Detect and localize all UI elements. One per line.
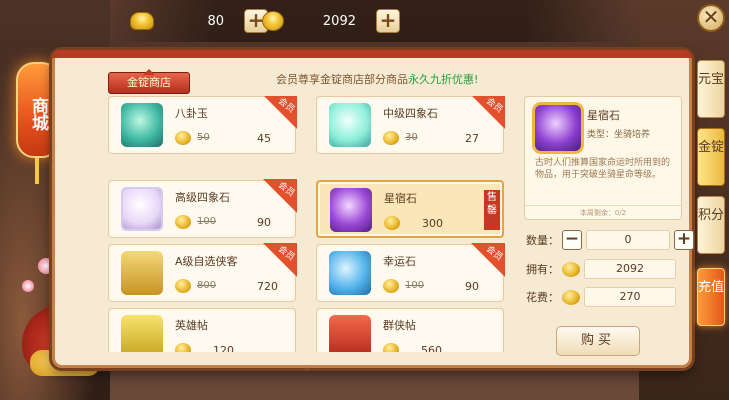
- coin-currency: 2092 +: [262, 8, 400, 34]
- ingot-amount: 80: [207, 13, 224, 29]
- purple-orb-icon: [330, 188, 372, 232]
- member-badge: 会员: [263, 179, 297, 213]
- item-old-price: 30: [405, 132, 418, 143]
- tab-points[interactable]: 积分: [697, 196, 725, 254]
- item-card-mid-sixiang-stone[interactable]: 中级四象石 30 27 会员: [316, 96, 505, 154]
- quantity-row: 数量： − 0 +: [526, 229, 694, 251]
- item-name: 幸运石: [383, 255, 416, 268]
- blossom-icon: [22, 280, 34, 292]
- detail-item-type: 类型：坐骑培养: [587, 130, 651, 140]
- cost-row: 花费： 270: [526, 286, 676, 308]
- item-price: 90: [465, 280, 479, 293]
- tab-recharge[interactable]: 充值: [697, 268, 725, 326]
- coin-amount: 2092: [322, 13, 356, 29]
- item-grid: 八卦玉 50 45 会员 中级四象石 30 27 会员 高级四象石 100 90…: [108, 96, 518, 352]
- scroll-down-icon[interactable]: ⌄: [301, 359, 313, 375]
- green-jade-icon: [121, 103, 163, 147]
- item-old-price: 100: [405, 280, 425, 291]
- gold-coin-icon: [262, 11, 284, 31]
- ingot-currency: 80 +: [130, 8, 268, 34]
- item-name: A级自选侠客: [175, 255, 238, 268]
- item-price: 120: [213, 344, 234, 352]
- member-notice: 会员尊享金锭商店部分商品永久九折优惠!: [276, 71, 478, 87]
- quantity-label: 数量：: [526, 234, 559, 247]
- blue-stone-icon: [329, 251, 371, 295]
- mint-crystal-icon: [329, 103, 371, 147]
- tab-gold-ingot-store[interactable]: 金锭商店: [108, 72, 190, 94]
- owned-row: 拥有： 2092: [526, 258, 676, 280]
- gold-coin-icon: [175, 215, 191, 229]
- pink-crystal-icon: [121, 187, 163, 231]
- currency-bar: 80 + 2092 +: [110, 0, 630, 42]
- item-name: 星宿石: [384, 192, 417, 205]
- item-name: 群侠帖: [383, 319, 416, 332]
- gold-coin-icon: [175, 131, 191, 145]
- tab-yuanbao[interactable]: 元宝: [697, 60, 725, 118]
- item-old-price: 100: [197, 216, 217, 227]
- item-card-bagua-jade[interactable]: 八卦玉 50 45 会员: [108, 96, 297, 154]
- item-price: 720: [257, 280, 278, 293]
- member-badge: 会员: [471, 96, 505, 129]
- weekly-limit: 本周剩余：0/2: [525, 205, 681, 218]
- owned-label: 拥有：: [526, 263, 559, 276]
- item-name: 英雄帖: [175, 319, 208, 332]
- gold-coin-icon: [562, 261, 580, 277]
- purple-orb-icon: [535, 105, 581, 151]
- item-card-high-sixiang-stone[interactable]: 高级四象石 100 90 会员: [108, 179, 297, 238]
- item-price: 560: [421, 344, 442, 352]
- buy-button[interactable]: 购买: [556, 326, 640, 356]
- notice-highlight: 永久九折优惠!: [408, 73, 479, 86]
- member-badge: 会员: [263, 96, 297, 129]
- item-card-star-stone[interactable]: 星宿石 300 售罄: [316, 180, 504, 238]
- member-badge: 会员: [471, 243, 505, 277]
- detail-item-description: 古时人们推算国家命运时所用到的物品，用于突破坐骑星命等级。: [535, 158, 671, 180]
- gold-coin-icon: [384, 216, 400, 230]
- add-coin-button[interactable]: +: [376, 9, 400, 33]
- item-name: 高级四象石: [175, 191, 230, 204]
- close-button[interactable]: ✕: [697, 4, 725, 32]
- item-card-group-invitation[interactable]: 群侠帖 560: [316, 308, 504, 352]
- gold-coin-icon: [383, 343, 399, 352]
- gold-coin-icon: [383, 279, 399, 293]
- item-detail-panel: 星宿石 类型：坐骑培养 古时人们推算国家命运时所用到的物品，用于突破坐骑星命等级…: [524, 96, 682, 220]
- item-old-price: 50: [197, 132, 210, 143]
- item-old-price: 800: [197, 280, 217, 291]
- lantern-tassel: [35, 158, 39, 184]
- gold-coin-icon: [175, 343, 191, 352]
- detail-item-name: 星宿石: [587, 109, 620, 122]
- item-price: 300: [422, 217, 443, 230]
- tab-gold-ingot[interactable]: 金锭: [697, 128, 725, 186]
- quantity-minus-button[interactable]: −: [562, 230, 582, 250]
- gold-coin-icon: [175, 279, 191, 293]
- gold-ingot-icon: [130, 12, 154, 30]
- sold-out-badge: 售罄: [484, 190, 500, 230]
- quantity-field[interactable]: 0: [586, 230, 670, 250]
- cost-amount: 270: [584, 287, 676, 307]
- item-card-lucky-stone[interactable]: 幸运石 100 90 会员: [316, 243, 505, 302]
- red-scroll-icon: [329, 315, 371, 352]
- member-badge: 会员: [263, 243, 297, 277]
- item-card-a-class-hero[interactable]: A级自选侠客 800 720 会员: [108, 243, 297, 302]
- gold-coin-icon: [562, 289, 580, 305]
- item-name: 中级四象石: [383, 107, 438, 120]
- item-price: 27: [465, 132, 479, 145]
- yellow-scroll-icon: [121, 315, 163, 352]
- quantity-plus-button[interactable]: +: [674, 230, 694, 250]
- hero-token-icon: [121, 251, 163, 295]
- item-price: 90: [257, 216, 271, 229]
- owned-amount: 2092: [584, 259, 676, 279]
- gold-coin-icon: [383, 131, 399, 145]
- notice-text: 会员尊享金锭商店部分商品: [276, 73, 408, 86]
- item-card-hero-invitation[interactable]: 英雄帖 120: [108, 308, 296, 352]
- item-name: 八卦玉: [175, 107, 208, 120]
- item-price: 45: [257, 132, 271, 145]
- cost-label: 花费：: [526, 291, 559, 304]
